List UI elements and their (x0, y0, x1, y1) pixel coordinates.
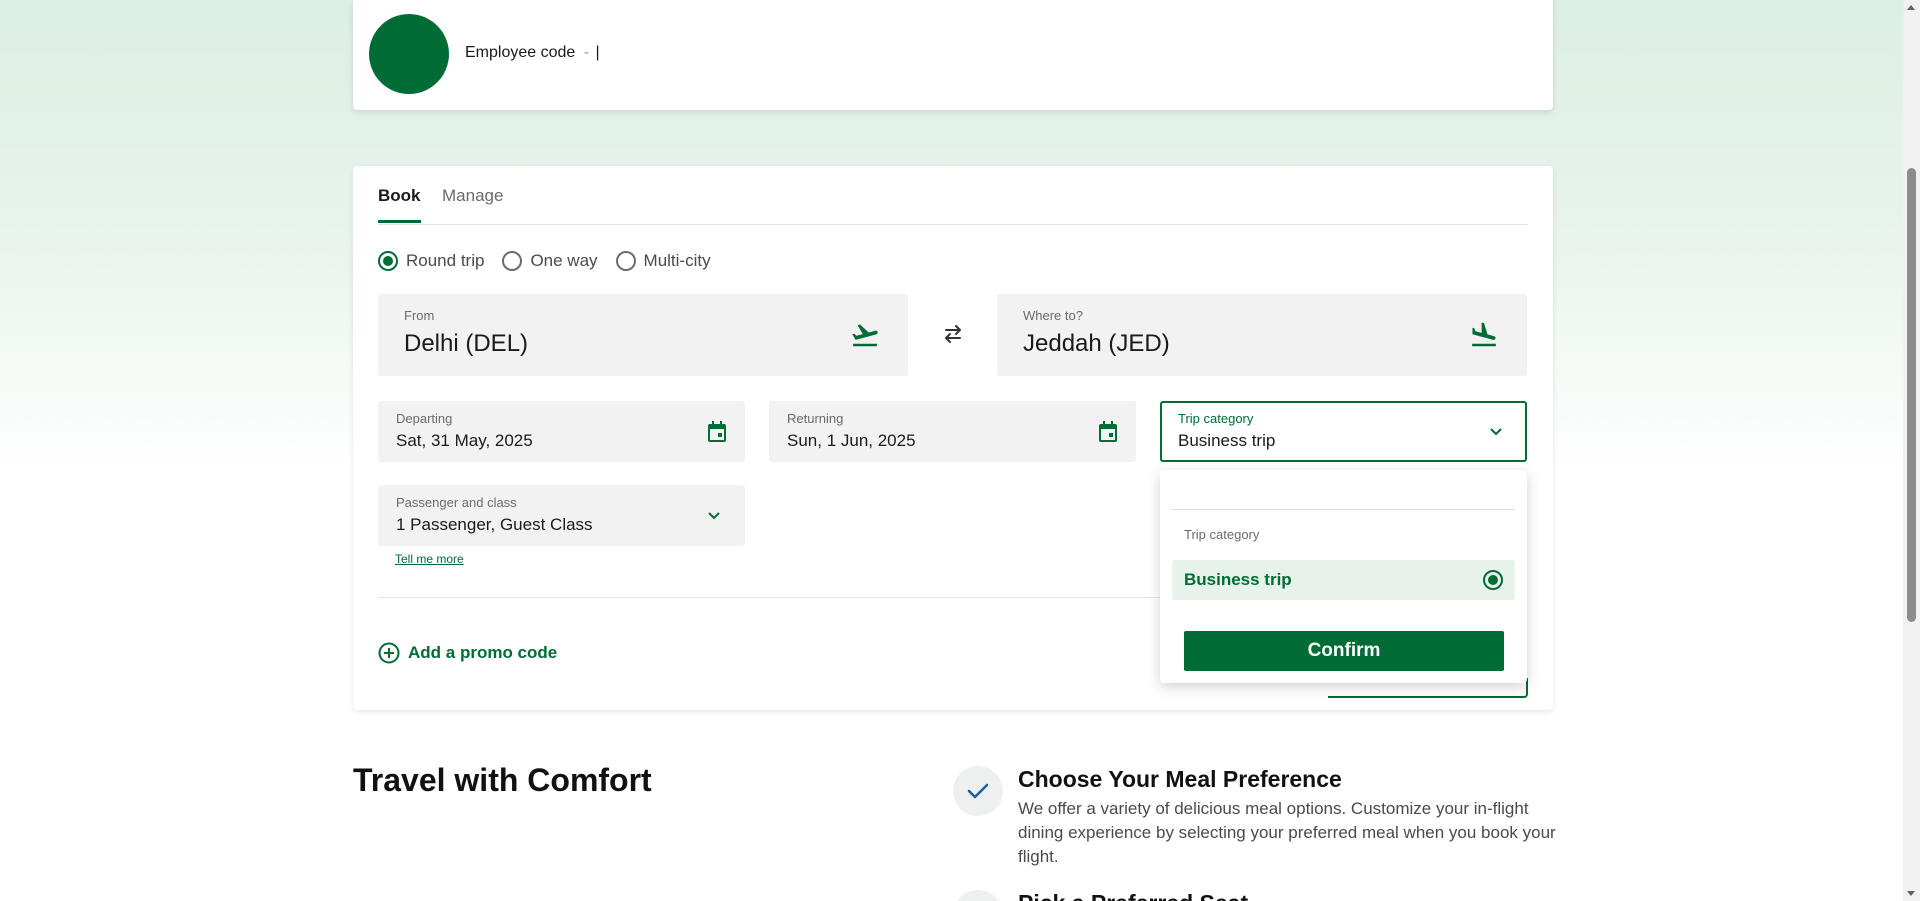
booking-tabs: Book Manage (378, 166, 1528, 225)
origin-field[interactable]: From Delhi (DEL) (378, 294, 908, 376)
scroll-down-icon[interactable] (1907, 891, 1915, 896)
add-promo-code-button[interactable]: Add a promo code (378, 642, 557, 664)
option-label: Business trip (1184, 570, 1292, 589)
trip-category-value: Business trip (1178, 431, 1276, 450)
trip-type-multi-city[interactable]: Multi-city (615, 250, 711, 272)
employee-card: Employee code - | (353, 0, 1553, 110)
returning-value: Sun, 1 Jun, 2025 (787, 431, 916, 450)
returning-date-field[interactable]: Returning Sun, 1 Jun, 2025 (769, 401, 1136, 462)
origin-label: From (404, 308, 435, 323)
option-business-trip[interactable]: Business trip (1172, 560, 1515, 600)
dropdown-search-input[interactable] (1172, 482, 1515, 510)
trip-type-label: Multi-city (643, 251, 711, 270)
trip-type-round-trip[interactable]: Round trip (378, 250, 484, 272)
chevron-down-icon[interactable] (707, 511, 721, 521)
page-scrollbar[interactable] (1903, 0, 1920, 901)
radio-icon[interactable] (378, 251, 398, 271)
avatar (369, 14, 449, 94)
swap-icon[interactable] (938, 322, 968, 346)
trip-category-dropdown: Trip category Business trip Confirm (1160, 470, 1527, 683)
destination-field[interactable]: Where to? Jeddah (JED) (997, 294, 1527, 376)
trip-type-label: One way (530, 251, 598, 270)
calendar-icon[interactable] (707, 421, 727, 443)
text-cursor: | (595, 44, 600, 61)
departing-label: Departing (396, 411, 453, 426)
destination-value[interactable]: Jeddah (JED) (1023, 330, 1170, 358)
employee-code-separator: - (583, 44, 590, 61)
feature-title: Choose Your Meal Preference (1018, 766, 1342, 792)
landing-icon (1472, 322, 1496, 347)
radio-icon[interactable] (502, 251, 523, 271)
scroll-up-icon[interactable] (1907, 5, 1915, 10)
departing-date-field[interactable]: Departing Sat, 31 May, 2025 (378, 401, 745, 462)
promo-label: Add a promo code (408, 643, 558, 662)
destination-label: Where to? (1023, 308, 1083, 323)
dropdown-title: Trip category (1184, 527, 1260, 542)
trip-type-group: Round trip One way Multi-city (378, 250, 729, 272)
passenger-class-select[interactable]: Passenger and class 1 Passenger, Guest C… (378, 485, 745, 546)
radio-icon[interactable] (1483, 570, 1503, 590)
chevron-down-icon[interactable] (1489, 427, 1503, 437)
tell-me-more-link[interactable]: Tell me more (395, 552, 464, 566)
scrollbar-thumb[interactable] (1907, 168, 1916, 622)
feature-badge (953, 890, 1003, 901)
trip-type-label: Round trip (406, 251, 485, 270)
plus-circle-icon (378, 642, 400, 664)
tab-manage[interactable]: Manage (442, 186, 503, 220)
trip-type-one-way[interactable]: One way (502, 250, 598, 272)
employee-code: Employee code - | (465, 44, 600, 62)
passenger-value: 1 Passenger, Guest Class (396, 515, 593, 534)
origin-value[interactable]: Delhi (DEL) (404, 330, 528, 358)
takeoff-icon (852, 324, 878, 347)
feature-description: We offer a variety of delicious meal opt… (1018, 799, 1556, 866)
departing-value: Sat, 31 May, 2025 (396, 431, 533, 450)
tab-book[interactable]: Book (378, 186, 421, 223)
returning-label: Returning (787, 411, 844, 426)
calendar-icon[interactable] (1098, 421, 1118, 443)
radio-icon[interactable] (615, 251, 636, 271)
passenger-label: Passenger and class (396, 495, 517, 510)
confirm-button[interactable]: Confirm (1184, 631, 1504, 671)
feature-badge (953, 766, 1003, 816)
section-title: Travel with Comfort (353, 762, 652, 798)
feature-title: Pick a Preferred Seat (1018, 890, 1248, 901)
trip-category-select[interactable]: Trip category Business trip (1160, 401, 1527, 462)
trip-category-label: Trip category (1178, 411, 1254, 426)
checkmark-icon (967, 783, 989, 799)
employee-code-label: Employee code (465, 44, 576, 61)
